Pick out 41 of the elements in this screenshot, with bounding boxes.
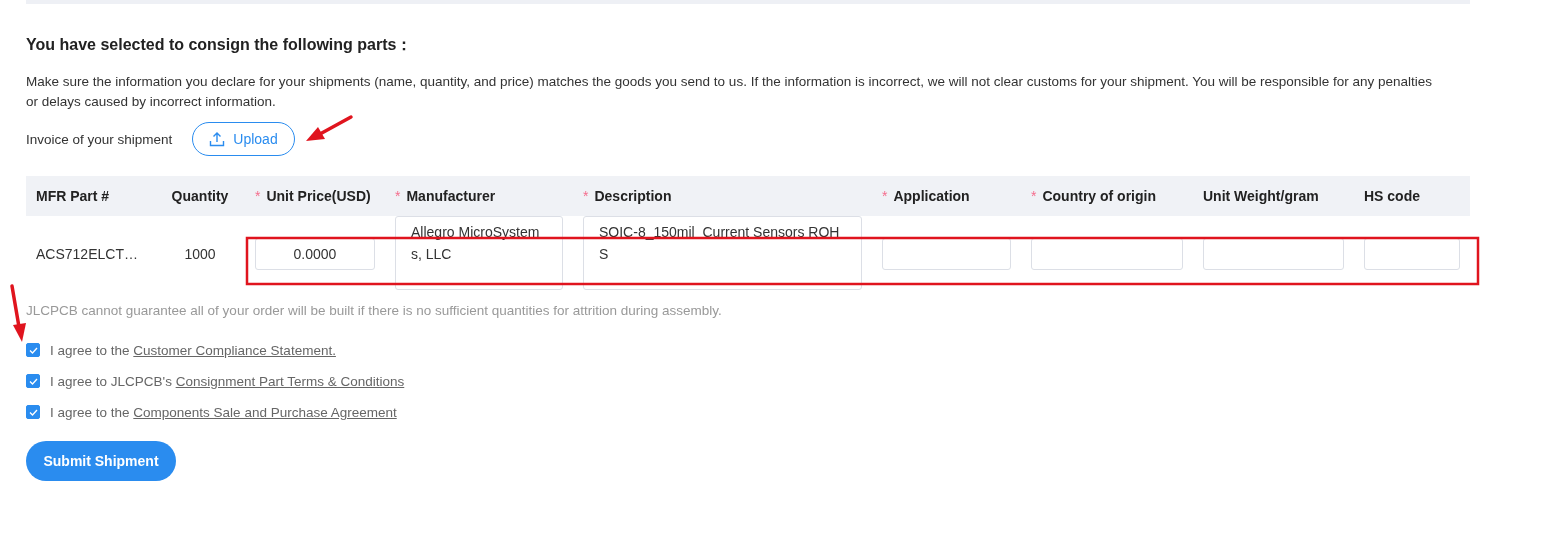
column-header: Description <box>594 188 672 204</box>
agreement-text: I agree to the Components Sale and Purchase Agreement <box>50 404 397 420</box>
input-field[interactable] <box>1203 237 1344 270</box>
input-field[interactable] <box>1364 237 1460 270</box>
agreement-link[interactable]: Customer Compliance Statement. <box>133 342 336 358</box>
required-mark: * <box>1031 188 1037 204</box>
agreement-link[interactable]: Components Sale and Purchase Agreement <box>133 404 397 420</box>
input-field[interactable] <box>882 237 1011 270</box>
required-mark: * <box>255 188 261 204</box>
column-header: Country of origin <box>1042 188 1156 204</box>
text-area[interactable]: SOIC-8_150mil Current Sensors ROHS <box>583 216 862 290</box>
required-mark: * <box>395 188 401 204</box>
input-field[interactable] <box>1031 237 1183 270</box>
column-header: MFR Part # <box>36 188 110 204</box>
column-header: Unit Price(USD) <box>266 188 371 204</box>
column-header: Quantity <box>171 188 229 204</box>
checkbox[interactable] <box>26 405 40 419</box>
annotation-arrow <box>306 115 353 141</box>
column-header: Unit Weight/gram <box>1203 188 1319 204</box>
checkbox[interactable] <box>26 343 40 357</box>
required-mark: * <box>583 188 589 204</box>
agreement-link[interactable]: Consignment Part Terms & Conditions <box>175 373 405 389</box>
submit-button[interactable]: Submit Shipment <box>26 441 176 481</box>
upload-icon <box>209 131 226 147</box>
column-header: Manufacturer <box>406 188 496 204</box>
notice-text: Make sure the information you declare for your shipments (name, quantity, and price) matches the goods you send to us. If the information is incorrect, we will not clear customs for your shipment. You will be responsible for any penalties or delays caused by incorrect information. <box>26 73 1433 111</box>
table-cell: ACS712ELCT… <box>36 245 138 262</box>
invoice-label: Invoice of your shipment <box>26 131 173 147</box>
annotation-arrow <box>10 284 26 342</box>
hint-text: JLCPCB cannot guarantee all of your order will be built if there is no sufficient quantities for attrition during assembly. <box>26 303 723 319</box>
input-field[interactable]: 0.0000 <box>255 237 375 270</box>
upload-button[interactable]: Upload <box>192 122 295 156</box>
agreement-text: I agree to the Customer Compliance Statement. <box>50 342 336 358</box>
text-area[interactable]: Allegro MicroSystems, LLC <box>395 216 563 290</box>
column-header: HS code <box>1364 188 1420 204</box>
section-title: You have selected to consign the following parts： <box>26 36 414 54</box>
required-mark: * <box>882 188 888 204</box>
agreement-text: I agree to JLCPCB's Consignment Part Terms & Conditions <box>50 373 405 389</box>
table-cell: 1000 <box>184 245 216 262</box>
column-header: Application <box>893 188 970 204</box>
checkbox[interactable] <box>26 374 40 388</box>
